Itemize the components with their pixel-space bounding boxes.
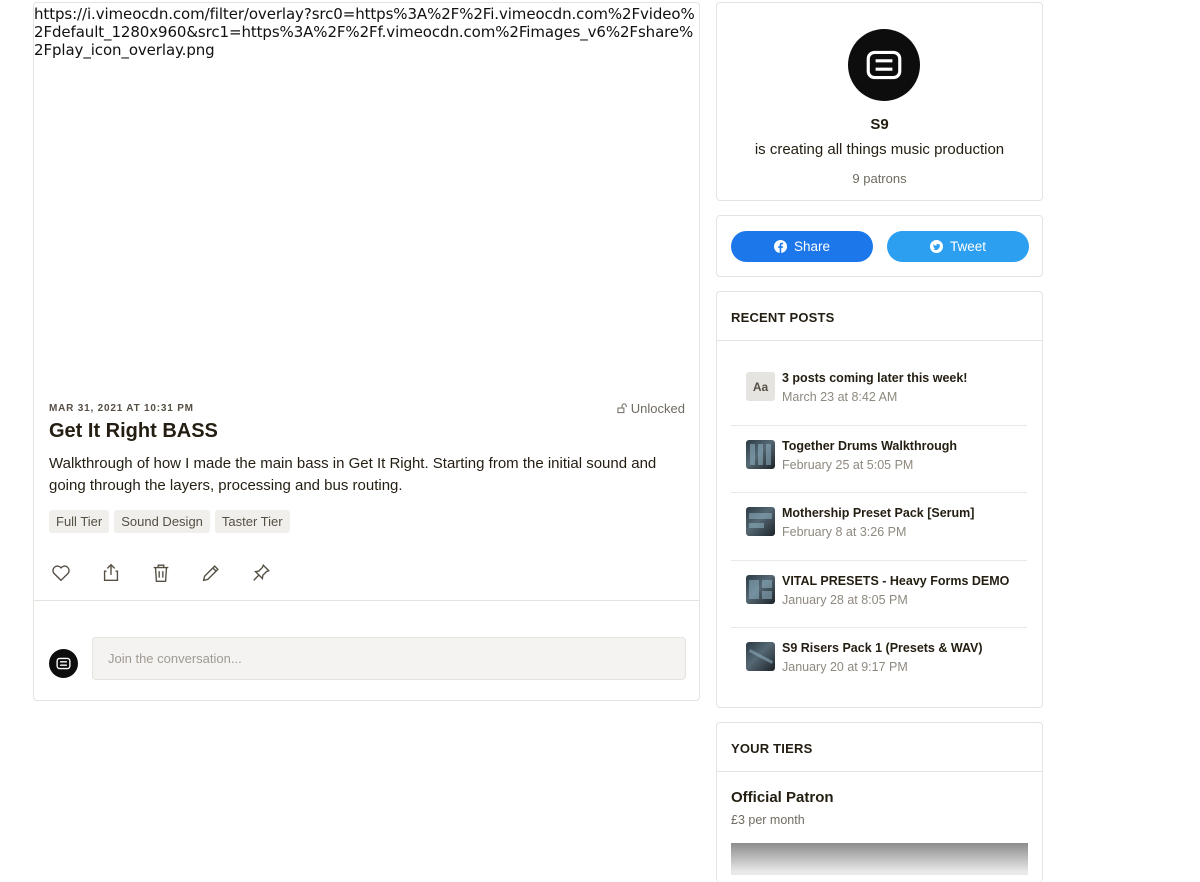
tag-full-tier[interactable]: Full Tier [49, 510, 110, 533]
recent-post-date: February 8 at 3:26 PM [782, 525, 907, 539]
tier-price: £3 per month [731, 813, 805, 827]
delete-post-button[interactable] [149, 561, 173, 585]
trash-icon [153, 564, 169, 582]
pin-icon [253, 563, 271, 581]
post-date: MAR 31, 2021 AT 10:31 PM [49, 403, 194, 414]
share-card: Share Tweet [716, 215, 1043, 277]
recent-post-date: March 23 at 8:42 AM [782, 390, 898, 404]
heart-icon [52, 565, 70, 582]
recent-post-title: 3 posts coming later this week! [782, 371, 968, 385]
recent-post-title: Together Drums Walkthrough [782, 438, 957, 453]
creator-card: S9 is creating all things music producti… [716, 2, 1043, 201]
post-body: Walkthrough of how I made the main bass … [49, 455, 657, 494]
commenter-avatar [49, 649, 78, 678]
unlock-icon [617, 403, 627, 414]
recent-posts-card: RECENT POSTS Aa 3 posts coming later thi… [716, 291, 1043, 708]
comment-input[interactable] [92, 637, 686, 680]
post-tags: Full Tier Sound Design Taster Tier [49, 510, 290, 533]
your-tiers-heading: YOUR TIERS [731, 741, 813, 756]
tag-sound-design[interactable]: Sound Design [114, 510, 210, 533]
patron-count: 9 patrons [852, 171, 907, 186]
post-card: https://i.vimeocdn.com/filter/overlay?sr… [33, 2, 700, 701]
recent-posts-heading: RECENT POSTS [731, 310, 835, 325]
creator-avatar[interactable] [848, 29, 920, 101]
recent-post-title: S9 Risers Pack 1 (Presets & WAV) [782, 641, 983, 655]
recent-post-item[interactable]: VITAL PRESETS - Heavy Forms DEMO January… [731, 561, 1027, 628]
facebook-share-button[interactable]: Share [731, 231, 873, 262]
post-thumbnail-image [746, 507, 775, 536]
tier-image [731, 843, 1028, 875]
creator-name[interactable]: S9 [717, 116, 1042, 133]
recent-post-date: January 20 at 9:17 PM [782, 660, 908, 674]
facebook-share-label: Share [793, 239, 831, 254]
facebook-icon [773, 240, 787, 253]
post-thumbnail-image [746, 642, 775, 671]
recent-post-item[interactable]: Mothership Preset Pack [Serum] February … [731, 493, 1027, 561]
post-thumbnail-image [746, 439, 775, 469]
recent-posts-list: Aa 3 posts coming later this week! March… [731, 358, 1027, 696]
comments-divider [34, 600, 699, 601]
recent-post-title: Mothership Preset Pack [Serum] [782, 506, 975, 520]
recent-post-item[interactable]: Together Drums Walkthrough February 25 a… [731, 426, 1027, 493]
edit-post-button[interactable] [199, 561, 223, 585]
share-post-button[interactable] [99, 561, 123, 585]
recent-post-date: February 25 at 5:05 PM [782, 457, 914, 472]
recent-post-title: VITAL PRESETS - Heavy Forms DEMO [782, 573, 1010, 588]
s9-logo-icon [56, 657, 71, 670]
like-button[interactable] [49, 561, 73, 585]
unlocked-status: Unlocked [617, 401, 685, 416]
text-post-thumbnail: Aa [746, 372, 775, 401]
post-title[interactable]: Get It Right BASS [49, 420, 218, 443]
recent-post-item[interactable]: S9 Risers Pack 1 (Presets & WAV) January… [731, 628, 1027, 696]
twitter-icon [929, 240, 943, 253]
post-thumbnail-image [746, 574, 775, 604]
post-actions [49, 561, 273, 585]
post-media-broken-image[interactable]: https://i.vimeocdn.com/filter/overlay?sr… [34, 5, 701, 365]
your-tiers-card: YOUR TIERS Official Patron £3 per month [716, 722, 1043, 882]
pencil-icon [202, 565, 219, 582]
tier-name[interactable]: Official Patron [731, 789, 834, 806]
twitter-tweet-label: Tweet [949, 239, 987, 254]
s9-logo-icon [866, 50, 902, 80]
twitter-tweet-button[interactable]: Tweet [887, 231, 1029, 262]
pin-post-button[interactable] [249, 561, 273, 585]
recent-post-date: January 28 at 8:05 PM [782, 592, 908, 607]
creator-tagline: is creating all things music production [754, 141, 1005, 158]
tag-taster-tier[interactable]: Taster Tier [214, 510, 290, 533]
heading-divider [717, 771, 1042, 772]
recent-post-item[interactable]: Aa 3 posts coming later this week! March… [731, 358, 1027, 426]
heading-divider [717, 340, 1042, 341]
share-icon [103, 563, 119, 582]
unlocked-label: Unlocked [630, 401, 685, 416]
